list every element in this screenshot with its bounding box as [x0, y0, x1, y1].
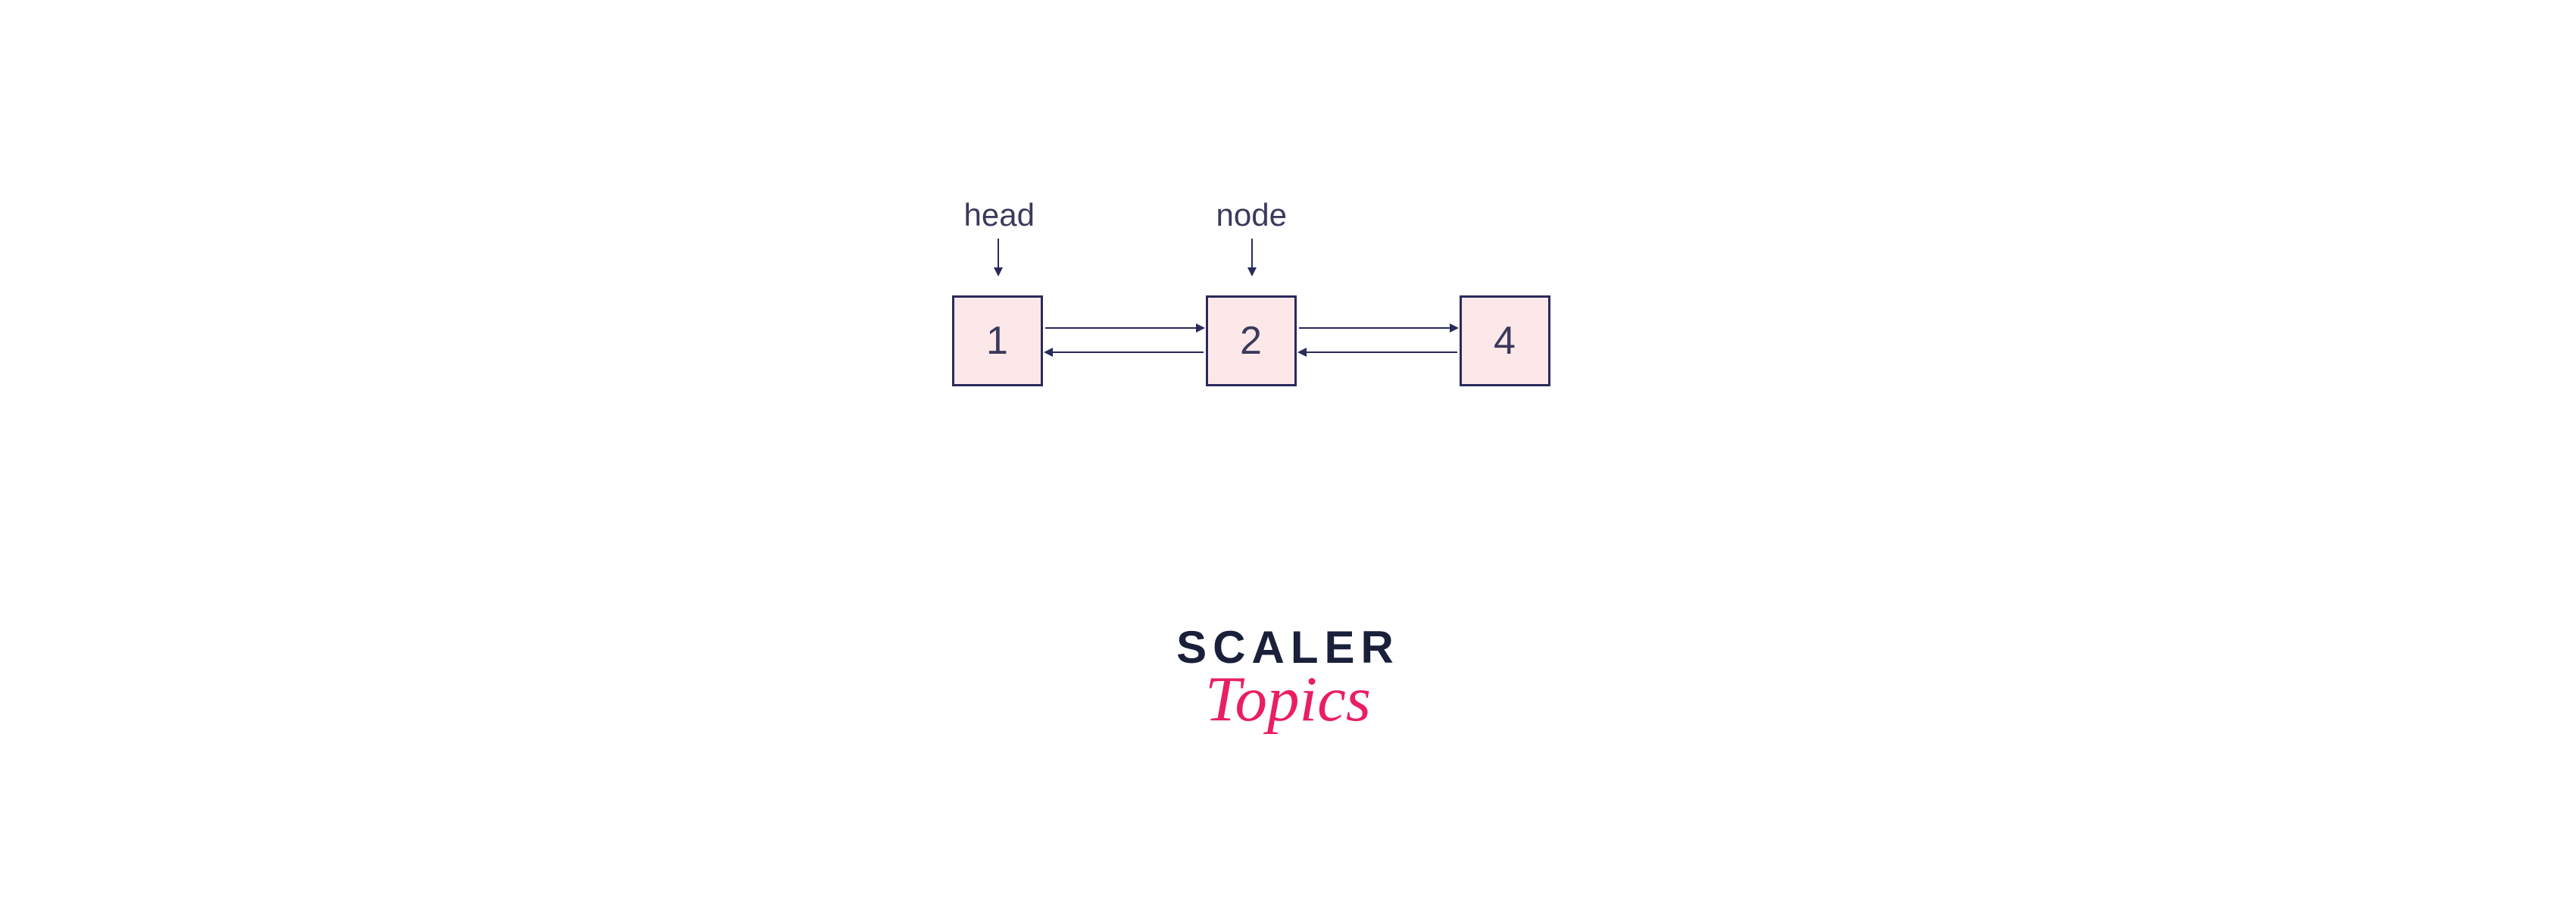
node-value-3: 4: [1494, 318, 1516, 364]
node-box-1: 1: [952, 295, 1043, 386]
next-arrow-2-3: [1299, 327, 1457, 329]
node-pointer-arrow: [1251, 239, 1253, 275]
node-label: node: [1216, 197, 1287, 233]
next-arrow-1-2: [1045, 327, 1204, 329]
prev-arrow-3-2: [1299, 351, 1457, 353]
scaler-topics-logo: SCALER Topics: [1176, 621, 1400, 736]
node-box-2: 2: [1206, 295, 1297, 386]
prev-arrow-2-1: [1045, 351, 1204, 353]
head-label: head: [964, 197, 1035, 233]
nodes-row: 1 2 4: [948, 295, 1629, 401]
labels-row: head node: [948, 197, 1629, 288]
logo-topics-text: Topics: [1176, 662, 1400, 736]
head-pointer-arrow: [998, 239, 999, 275]
node-value-2: 2: [1240, 318, 1262, 364]
node-box-3: 4: [1460, 295, 1550, 386]
node-value-1: 1: [986, 318, 1008, 364]
linked-list-diagram: head node 1 2 4: [948, 197, 1629, 401]
